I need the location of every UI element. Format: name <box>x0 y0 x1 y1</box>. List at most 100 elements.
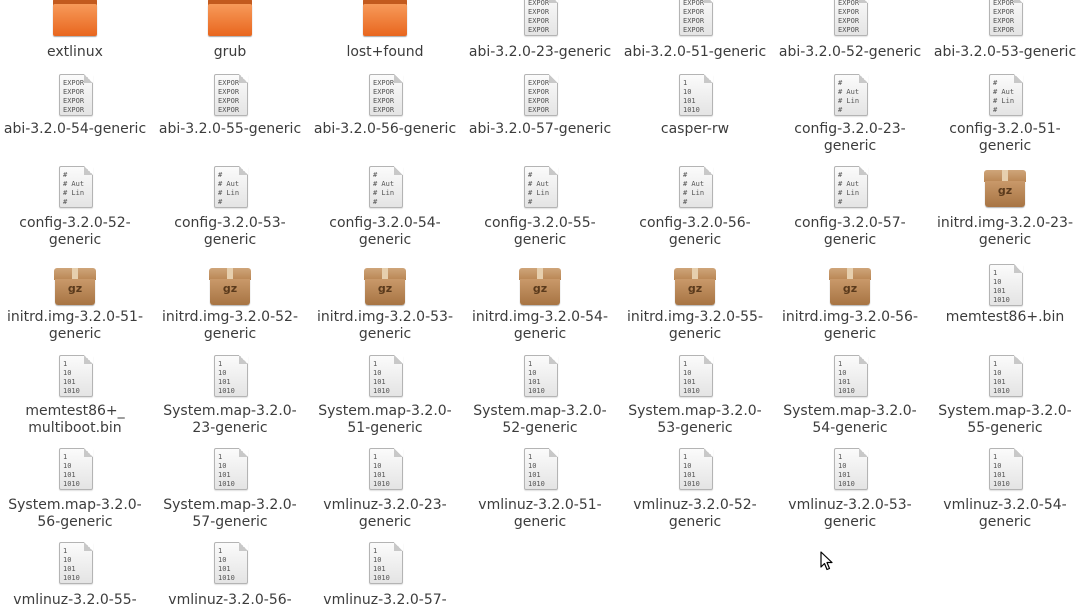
binary-file-icon: 1 10 101 1010 <box>673 448 717 492</box>
file-name-label: config-3.2.0-23- generic <box>794 121 906 154</box>
file-preview-text: # # Aut # Lin # <box>838 79 860 114</box>
file-preview-text: 1 10 101 1010 <box>63 453 80 488</box>
archive-type-label: gz <box>997 184 1013 197</box>
archive-type-label: gz <box>687 282 703 295</box>
binary-file-icon: 1 10 101 1010 <box>828 448 872 492</box>
file-preview-text: 1 10 101 1010 <box>373 360 390 395</box>
file-name-label: vmlinuz-3.2.0-55- <box>13 592 137 608</box>
file-name-label: vmlinuz-3.2.0-57- <box>323 592 447 608</box>
file-preview-text: EXPOR EXPOR EXPOR EXPOR <box>683 0 705 34</box>
text-file-icon: EXPOR EXPOR EXPOR EXPOR <box>673 0 717 38</box>
file-preview-text: # # Aut # Lin # <box>373 171 395 206</box>
file-preview-text: 1 10 101 1010 <box>838 453 855 488</box>
file-name-label: config-3.2.0-52- generic <box>19 215 131 248</box>
file-name-label: initrd.img-3.2.0-51- generic <box>7 309 143 342</box>
binary-file-icon: 1 10 101 1010 <box>828 355 872 399</box>
mouse-pointer-icon <box>820 551 833 571</box>
file-preview-text: 1 10 101 1010 <box>373 547 390 582</box>
file-preview-text: # # Aut # Lin # <box>993 79 1015 114</box>
file-name-label: initrd.img-3.2.0-53- generic <box>317 309 453 342</box>
package-icon: gz <box>518 264 562 308</box>
file-name-label: System.map-3.2.0- 54-generic <box>783 403 917 436</box>
file-preview-text: 1 10 101 1010 <box>218 453 235 488</box>
file-name-label: config-3.2.0-57- generic <box>794 215 906 248</box>
binary-file-icon: 1 10 101 1010 <box>53 448 97 492</box>
binary-file-icon: 1 10 101 1010 <box>208 448 252 492</box>
package-icon: gz <box>53 264 97 308</box>
archive-type-label: gz <box>842 282 858 295</box>
file-preview-text: # # Aut # Lin # <box>683 171 705 206</box>
binary-file-icon: 1 10 101 1010 <box>983 448 1027 492</box>
package-icon: gz <box>363 264 407 308</box>
file-name-label: System.map-3.2.0- 57-generic <box>163 497 297 530</box>
binary-file-icon: 1 10 101 1010 <box>53 542 97 586</box>
file-preview-text: EXPOR EXPOR EXPOR EXPOR <box>218 79 240 114</box>
folder-icon <box>208 0 252 38</box>
text-file-icon: EXPOR EXPOR EXPOR EXPOR <box>828 0 872 38</box>
binary-file-icon: 1 10 101 1010 <box>363 355 407 399</box>
package-icon: gz <box>828 264 872 308</box>
file-preview-text: 1 10 101 1010 <box>528 453 545 488</box>
file-name-label: vmlinuz-3.2.0-51- generic <box>478 497 602 530</box>
file-name-label: config-3.2.0-54- generic <box>329 215 441 248</box>
file-name-label: vmlinuz-3.2.0-54- generic <box>943 497 1067 530</box>
file-preview-text: 1 10 101 1010 <box>993 360 1010 395</box>
file-preview-text: # # Aut # Lin # <box>218 171 240 206</box>
file-preview-text: # # Aut # Lin # <box>838 171 860 206</box>
text-file-icon: EXPOR EXPOR EXPOR EXPOR <box>518 0 562 38</box>
file-preview-text: 1 10 101 1010 <box>683 360 700 395</box>
file-preview-text: 1 10 101 1010 <box>373 453 390 488</box>
archive-type-label: gz <box>532 282 548 295</box>
archive-type-label: gz <box>377 282 393 295</box>
file-name-label: memtest86+.bin <box>945 309 1065 325</box>
text-file-icon: EXPOR EXPOR EXPOR EXPOR <box>983 0 1027 38</box>
file-name-label: abi-3.2.0-55-generic <box>158 121 302 137</box>
text-file-icon: # # Aut # Lin # <box>828 166 872 210</box>
text-file-icon: # # Aut # Lin # <box>673 166 717 210</box>
text-file-icon: # # Aut # Lin # <box>53 166 97 210</box>
package-icon: gz <box>208 264 252 308</box>
binary-file-icon: 1 10 101 1010 <box>673 355 717 399</box>
file-name-label: memtest86+_ multiboot.bin <box>25 403 125 436</box>
package-icon: gz <box>983 166 1027 210</box>
file-preview-text: EXPOR EXPOR EXPOR EXPOR <box>373 79 395 114</box>
binary-file-icon: 1 10 101 1010 <box>363 542 407 586</box>
file-name-label: vmlinuz-3.2.0-52- generic <box>633 497 757 530</box>
file-preview-text: 1 10 101 1010 <box>993 453 1010 488</box>
file-preview-text: 1 10 101 1010 <box>528 360 545 395</box>
file-name-label: initrd.img-3.2.0-23- generic <box>937 215 1073 248</box>
file-name-label: vmlinuz-3.2.0-53- generic <box>788 497 912 530</box>
text-file-icon: # # Aut # Lin # <box>828 74 872 118</box>
file-name-label: config-3.2.0-51- generic <box>949 121 1061 154</box>
file-preview-text: 1 10 101 1010 <box>683 79 700 114</box>
file-name-label: vmlinuz-3.2.0-56- <box>168 592 292 608</box>
file-name-label: abi-3.2.0-54-generic <box>3 121 147 137</box>
file-name-label: abi-3.2.0-51-generic <box>623 44 767 60</box>
file-name-label: abi-3.2.0-56-generic <box>313 121 457 137</box>
file-name-label: System.map-3.2.0- 53-generic <box>628 403 762 436</box>
folder-icon <box>53 0 97 38</box>
binary-file-icon: 1 10 101 1010 <box>363 448 407 492</box>
file-name-label: abi-3.2.0-53-generic <box>933 44 1077 60</box>
file-name-label: grub <box>213 44 247 60</box>
archive-type-label: gz <box>67 282 83 295</box>
file-name-label: initrd.img-3.2.0-55- generic <box>627 309 763 342</box>
file-name-label: extlinux <box>47 44 103 60</box>
file-preview-text: 1 10 101 1010 <box>218 360 235 395</box>
file-name-label: abi-3.2.0-52-generic <box>778 44 922 60</box>
archive-type-label: gz <box>222 282 238 295</box>
file-preview-text: 1 10 101 1010 <box>993 269 1010 304</box>
file-preview-text: 1 10 101 1010 <box>683 453 700 488</box>
file-preview-text: EXPOR EXPOR EXPOR EXPOR <box>993 0 1015 34</box>
file-name-label: lost+found <box>346 44 424 60</box>
binary-file-icon: 1 10 101 1010 <box>983 264 1027 308</box>
file-name-label: config-3.2.0-56- generic <box>639 215 751 248</box>
binary-file-icon: 1 10 101 1010 <box>208 542 252 586</box>
text-file-icon: EXPOR EXPOR EXPOR EXPOR <box>208 74 252 118</box>
file-icon-grid: extlinux grub lost+found EXPOR EXPOR EXPOR … <box>0 0 1079 615</box>
file-preview-text: # # Aut # Lin # <box>528 171 550 206</box>
text-file-icon: # # Aut # Lin # <box>983 74 1027 118</box>
binary-file-icon: 1 10 101 1010 <box>208 355 252 399</box>
text-file-icon: EXPOR EXPOR EXPOR EXPOR <box>53 74 97 118</box>
file-name-label: System.map-3.2.0- 51-generic <box>318 403 452 436</box>
